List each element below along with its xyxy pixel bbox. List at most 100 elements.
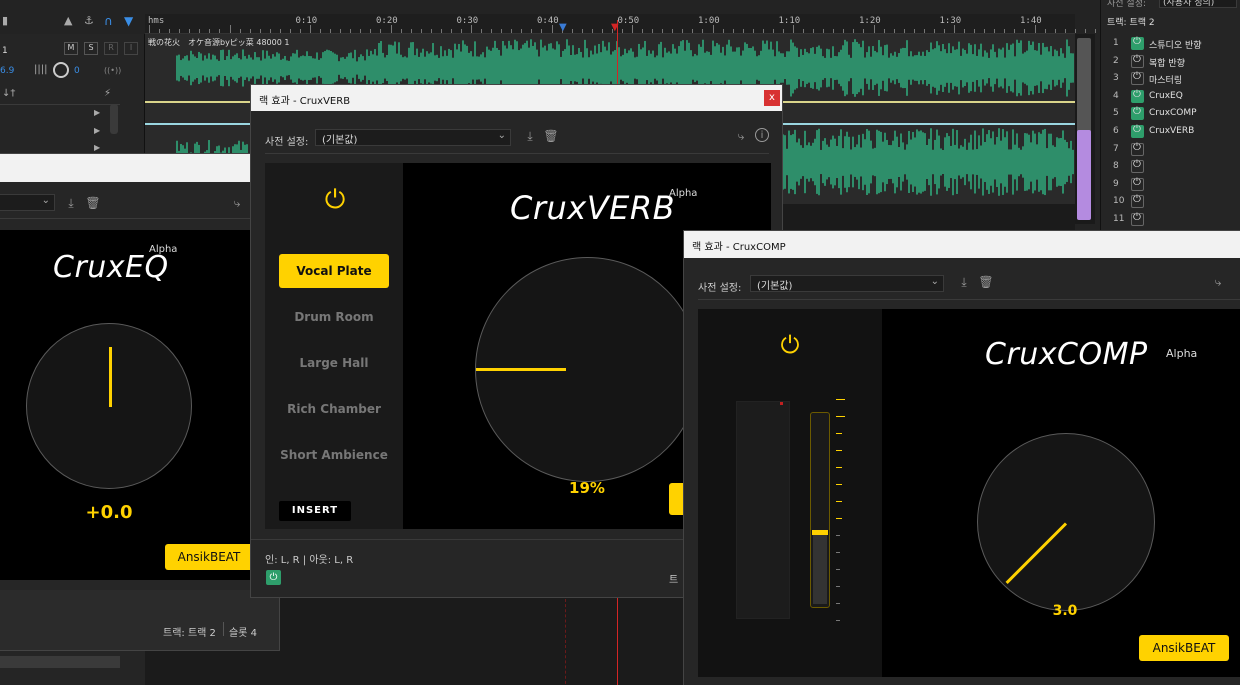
rack-preset-label: 사전 설정: xyxy=(1107,0,1147,9)
verb-mix-knob[interactable] xyxy=(475,257,700,482)
fx-slot-arrow-icon[interactable]: ▶ xyxy=(94,126,100,135)
chevron-down-icon: ⌄ xyxy=(497,130,506,141)
rack-slot[interactable]: 7 xyxy=(1109,142,1239,158)
rack-slot[interactable]: 6 CruxVERB xyxy=(1109,124,1239,140)
rack-slot[interactable]: 10 xyxy=(1109,194,1239,210)
verb-preset-item[interactable]: Rich Chamber xyxy=(279,392,389,426)
rack-slot[interactable]: 8 xyxy=(1109,159,1239,175)
ruler-tick-mark xyxy=(1094,29,1096,33)
rack-slot[interactable]: 5 CruxCOMP xyxy=(1109,106,1239,122)
eq-preset-select[interactable]: ⌄ xyxy=(0,194,55,211)
close-button[interactable]: x xyxy=(764,90,780,106)
slot-power-icon[interactable] xyxy=(1131,71,1144,86)
routing-icon[interactable]: ⤷ xyxy=(1210,274,1226,290)
slot-power-icon[interactable] xyxy=(1131,54,1144,68)
verb-preset-item[interactable]: Vocal Plate xyxy=(279,254,389,288)
verb-preset-label: 사전 설정: xyxy=(265,137,309,148)
slot-power-icon[interactable] xyxy=(1131,159,1144,174)
header-scrollbar[interactable] xyxy=(110,104,118,134)
delete-preset-icon[interactable]: 🗑 xyxy=(978,274,994,290)
spectrum-icon[interactable]: ▮ xyxy=(2,14,16,28)
marker-pin-icon[interactable]: ▼ xyxy=(124,14,138,28)
pan-value[interactable]: 0 xyxy=(74,66,80,76)
delete-preset-icon[interactable]: 🗑 xyxy=(85,195,101,211)
verb-preset-select[interactable]: (기본값) ⌄ xyxy=(315,129,511,146)
record-arm-button[interactable]: R xyxy=(104,42,118,55)
save-preset-icon[interactable]: ⤓ xyxy=(63,195,79,211)
save-preset-icon[interactable]: ⤓ xyxy=(956,274,972,290)
gain-reduction-meter xyxy=(810,412,830,608)
eq-gain-knob[interactable] xyxy=(26,323,192,489)
slot-power-icon[interactable] xyxy=(1131,36,1144,50)
routing-icon[interactable]: ⤷ xyxy=(229,195,245,211)
meter-scale-tick xyxy=(836,535,840,536)
ruler-tick-mark xyxy=(1044,29,1046,33)
verb-preset-item[interactable]: Short Ambience xyxy=(279,438,389,472)
fx-slot-arrow-icon[interactable]: ▶ xyxy=(94,108,100,117)
solo-button[interactable]: S xyxy=(84,42,98,55)
loop-marker-icon[interactable]: ▼ xyxy=(559,22,567,33)
power-icon[interactable]: ⏻ xyxy=(774,331,806,359)
rack-preset-select[interactable]: (사용자 정의) xyxy=(1159,0,1237,8)
save-preset-icon[interactable]: ⤓ xyxy=(522,128,538,144)
ruler-tick-mark xyxy=(410,29,412,33)
ruler-tick-mark xyxy=(863,29,864,33)
slot-power-icon[interactable] xyxy=(1131,142,1144,156)
slot-power-icon[interactable] xyxy=(1131,212,1144,226)
cruxeq-titlebar[interactable] xyxy=(0,154,279,182)
rack-slot[interactable]: 1 스튜디오 반향 xyxy=(1109,36,1239,52)
ruler-tick-mark xyxy=(370,29,371,33)
ruler-tick-mark xyxy=(1004,29,1005,33)
metronome-icon[interactable]: ▲ xyxy=(64,14,78,28)
time-ruler[interactable]: hms 0:10 0:20 0:30 0:40 0:50 1:00 1:10 1:20 1:30 1… xyxy=(145,14,1122,34)
snap-magnet-icon[interactable]: ∩ xyxy=(104,14,118,28)
cruxverb-titlebar[interactable]: 랙 효과 - CruxVERB x xyxy=(251,85,782,111)
comp-ratio-knob[interactable] xyxy=(977,433,1155,611)
insert-button[interactable]: INSERT xyxy=(279,501,351,521)
cruxcomp-titlebar[interactable]: 랙 효과 - CruxCOMP xyxy=(684,231,1240,258)
fx-icon[interactable]: ↓† xyxy=(2,88,15,99)
zoom-scroll-thumb[interactable] xyxy=(1077,130,1091,220)
verb-preset-item[interactable]: Large Hall xyxy=(279,346,389,380)
rack-slot[interactable]: 3 마스터링 xyxy=(1109,71,1239,87)
delete-preset-icon[interactable]: 🗑 xyxy=(543,128,559,144)
slot-power-icon[interactable] xyxy=(1131,177,1144,191)
slot-power-icon[interactable] xyxy=(1131,194,1144,209)
ruler-tick-mark xyxy=(742,29,744,33)
eq-footer-track: 트랙: 트랙 2 xyxy=(163,628,216,639)
mute-button[interactable]: M xyxy=(64,42,78,55)
ruler-tick-mark xyxy=(149,25,150,33)
volume-value[interactable]: 6.9 xyxy=(0,66,14,76)
fx-power-icon[interactable]: ⚡ xyxy=(104,88,111,99)
vertical-scrollbar[interactable] xyxy=(1075,34,1095,224)
info-icon[interactable]: i xyxy=(755,128,769,142)
pan-knob[interactable] xyxy=(53,62,69,78)
rack-slot[interactable]: 9 xyxy=(1109,177,1239,193)
routing-icon[interactable]: ⤷ xyxy=(733,128,749,144)
slot-power-icon[interactable] xyxy=(1131,89,1144,103)
meter-scale-tick xyxy=(836,433,842,434)
input-monitor-button[interactable]: I xyxy=(124,42,138,55)
fx-slot-arrow-icon[interactable]: ▶ xyxy=(94,143,100,152)
comp-preset-select[interactable]: (기본값) ⌄ xyxy=(750,275,944,292)
rack-slot[interactable]: 2 복합 반향 xyxy=(1109,54,1239,70)
ruler-tick-mark xyxy=(380,29,381,33)
verb-preset-item[interactable]: Drum Room xyxy=(279,300,389,334)
ruler-tick-label: 0:50 xyxy=(617,16,640,26)
scroll-thumb[interactable] xyxy=(1077,38,1091,138)
rack-slot-name: CruxCOMP xyxy=(1149,108,1197,119)
rack-slot[interactable]: 4 CruxEQ xyxy=(1109,89,1239,105)
playhead-marker-icon[interactable]: ▼ xyxy=(611,22,619,33)
meter-scale xyxy=(836,399,848,629)
fx-power-toggle-icon[interactable]: ⏻ xyxy=(266,570,281,585)
power-icon[interactable]: ⏻ xyxy=(319,185,351,216)
anchor-icon[interactable]: ⚓ xyxy=(84,14,98,28)
ansikbeat-button[interactable]: AnsikBEAT xyxy=(165,544,253,570)
ruler-tick-mark xyxy=(340,29,341,33)
ansikbeat-button[interactable]: AnsikBEAT xyxy=(1139,635,1229,661)
slot-power-icon[interactable] xyxy=(1131,124,1144,138)
stereo-icon[interactable]: ((•)) xyxy=(104,66,121,75)
slot-power-icon[interactable] xyxy=(1131,106,1144,121)
ruler-tick-mark xyxy=(159,29,160,33)
rack-slot[interactable]: 11 xyxy=(1109,212,1239,228)
